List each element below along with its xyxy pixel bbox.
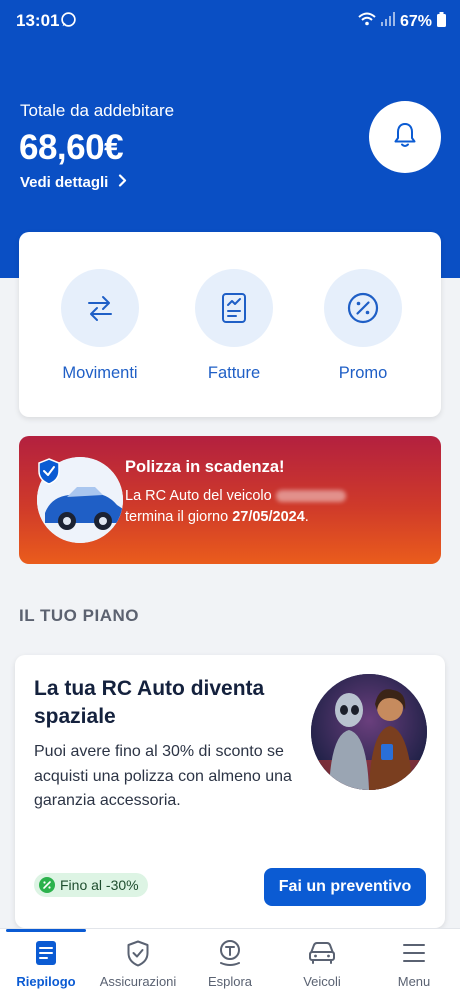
quick-action-movimenti[interactable]: Movimenti bbox=[45, 269, 155, 383]
promo-photo bbox=[311, 674, 427, 790]
quick-actions-card: Movimenti Fatture Promo bbox=[19, 232, 441, 417]
nav-tab-label: Assicurazioni bbox=[99, 974, 177, 989]
percent-icon bbox=[324, 269, 402, 347]
active-tab-indicator bbox=[6, 929, 86, 932]
nav-tab-label: Veicoli bbox=[303, 974, 341, 989]
nav-tab-label: Esplora bbox=[207, 974, 253, 989]
bottom-navigation: Riepilogo Assicurazioni Esplora Veicoli … bbox=[0, 928, 460, 996]
status-time: 13:01 bbox=[16, 11, 60, 30]
nav-tab-esplora[interactable]: Esplora bbox=[184, 939, 276, 989]
total-amount: 68,60€ bbox=[19, 128, 124, 167]
quick-action-promo[interactable]: Promo bbox=[308, 269, 418, 383]
plan-promo-card: La tua RC Auto diventa spaziale Puoi ave… bbox=[15, 655, 445, 928]
wifi-icon bbox=[358, 11, 376, 32]
status-indicators: 67% bbox=[358, 11, 446, 32]
nav-tab-assicurazioni[interactable]: Assicurazioni bbox=[92, 939, 184, 989]
policy-expiring-alert[interactable]: Polizza in scadenza! La RC Auto del veic… bbox=[19, 436, 441, 564]
battery-percentage: 67% bbox=[399, 12, 432, 30]
total-label: Totale da addebitare bbox=[20, 101, 175, 120]
shield-check-icon bbox=[92, 939, 184, 967]
alert-text: La RC Auto del veicolo termina il giorno… bbox=[125, 486, 425, 528]
quick-action-label: Promo bbox=[338, 364, 388, 382]
shield-check-badge-icon bbox=[37, 458, 61, 490]
transfer-arrows-icon bbox=[61, 269, 139, 347]
alert-text-prefix: La RC Auto del veicolo bbox=[125, 488, 272, 504]
notifications-button[interactable] bbox=[369, 101, 441, 173]
document-list-icon bbox=[0, 939, 92, 967]
nav-tab-menu[interactable]: Menu bbox=[368, 939, 460, 989]
car-icon bbox=[276, 939, 368, 967]
see-details-label: Vedi dettagli bbox=[20, 174, 109, 191]
nav-tab-label: Menu bbox=[397, 974, 431, 989]
plan-card-title: La tua RC Auto diventa spaziale bbox=[34, 677, 265, 728]
nav-tab-label: Riepilogo bbox=[16, 974, 76, 989]
signal-icon bbox=[380, 12, 395, 31]
bell-icon bbox=[392, 121, 418, 154]
alert-text-suffix: . bbox=[304, 509, 309, 525]
discount-badge-label: Fino al -30% bbox=[60, 877, 139, 893]
nav-tab-riepilogo[interactable]: Riepilogo bbox=[0, 939, 92, 989]
whatsapp-notification-icon bbox=[60, 11, 77, 33]
plan-card-body: Puoi avere fino al 30% di sconto se acqu… bbox=[34, 743, 292, 809]
chevron-right-icon bbox=[118, 174, 127, 191]
invoice-icon bbox=[195, 269, 273, 347]
compass-pin-icon bbox=[184, 939, 276, 967]
expiry-date: 27/05/2024 bbox=[232, 509, 305, 525]
discount-badge: Fino al -30% bbox=[34, 873, 148, 897]
hamburger-icon bbox=[368, 939, 460, 967]
redacted-plate bbox=[275, 490, 346, 503]
alert-title: Polizza in scadenza! bbox=[125, 458, 285, 476]
quick-action-fatture[interactable]: Fatture bbox=[179, 269, 289, 383]
alert-text-middle: termina il giorno bbox=[125, 509, 229, 525]
battery-icon bbox=[437, 11, 446, 32]
quick-action-label: Fatture bbox=[207, 364, 261, 382]
nav-tab-veicoli[interactable]: Veicoli bbox=[276, 939, 368, 989]
status-bar: 13:01 67% bbox=[0, 0, 460, 44]
quick-action-label: Movimenti bbox=[62, 364, 138, 382]
discount-percent-icon bbox=[39, 877, 55, 893]
get-quote-button[interactable]: Fai un preventivo bbox=[264, 868, 426, 906]
section-title: IL TUO PIANO bbox=[19, 606, 139, 625]
see-details-link[interactable]: Vedi dettagli bbox=[20, 174, 127, 191]
